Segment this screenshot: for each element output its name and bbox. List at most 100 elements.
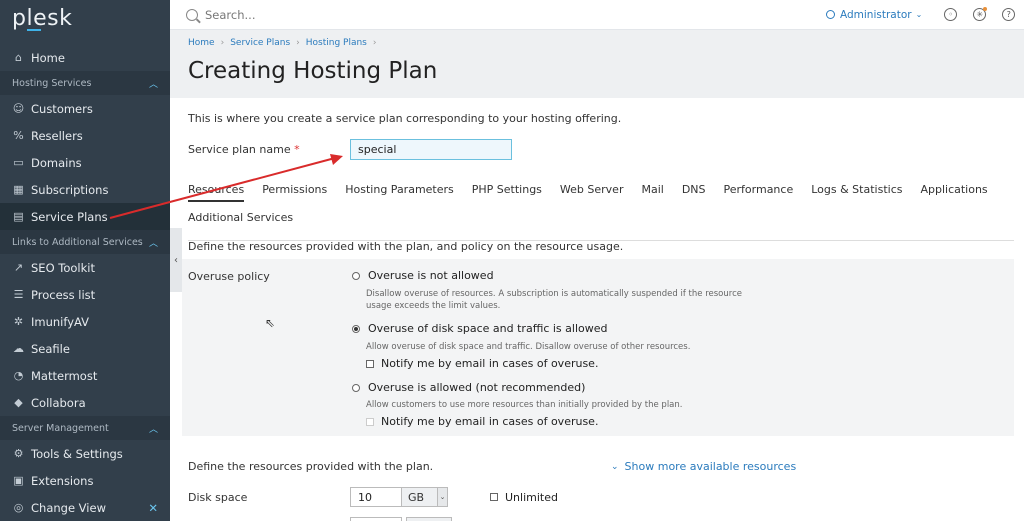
search-icon <box>186 8 198 21</box>
next-resource-unit[interactable] <box>406 517 452 521</box>
checkbox[interactable] <box>490 493 498 501</box>
overuse-option-desc: Disallow overuse of resources. A subscri… <box>366 289 742 311</box>
user-icon: ☺ <box>12 102 25 115</box>
sidebar: plesk ⌂ Home Hosting Services ︿ ☺ Customers… <box>0 0 170 521</box>
monitor-icon: ▭ <box>13 156 24 169</box>
sidebar-item-mattermost[interactable]: ◔ Mattermost <box>0 362 170 389</box>
sidebar-item-imunifyav[interactable]: ✲ ImunifyAV <box>0 308 170 335</box>
breadcrumb: Home › Service Plans › Hosting Plans › <box>188 38 377 48</box>
overuse-option-disk-traffic[interactable]: Overuse of disk space and traffic is all… <box>352 322 608 335</box>
disk-space-row: Disk space 10 GB ⌄ Unlimited <box>188 487 558 507</box>
nav-group-hosting-services[interactable]: Hosting Services ︿ <box>0 71 170 95</box>
chevron-down-icon: ⌄ <box>915 10 923 19</box>
notify-overuse-checkbox-2[interactable]: Notify me by email in cases of overuse. <box>366 415 598 428</box>
disk-space-unlimited-checkbox[interactable]: Unlimited <box>490 491 558 504</box>
resources-intro: Define the resources provided with the p… <box>188 460 434 473</box>
tab-additional-services[interactable]: Additional Services <box>188 211 293 228</box>
intro-text: This is where you create a service plan … <box>188 112 622 125</box>
sidebar-item-process-list[interactable]: ☰ Process list <box>0 281 170 308</box>
sidebar-item-domains[interactable]: ▭ Domains <box>0 149 170 176</box>
gear-icon: ✲ <box>13 315 24 328</box>
mattermost-icon: ◔ <box>13 369 24 382</box>
search-box[interactable]: Search... <box>170 8 790 22</box>
percent-icon: % <box>13 129 24 142</box>
breadcrumb-home[interactable]: Home <box>188 38 215 48</box>
disk-space-unit-select[interactable]: GB <box>402 487 438 507</box>
checkbox[interactable] <box>366 359 374 368</box>
tab-php-settings[interactable]: PHP Settings <box>472 183 542 202</box>
disk-space-input[interactable]: 10 <box>350 487 402 507</box>
chevron-up-icon: ︿ <box>148 424 158 435</box>
chevron-up-icon: ︿ <box>148 238 158 249</box>
sidebar-item-service-plans[interactable]: ▤ Service Plans <box>0 203 170 230</box>
extensions-catalog-icon[interactable]: ✳ <box>973 7 988 21</box>
tab-mail[interactable]: Mail <box>641 183 663 202</box>
sidebar-collapse-button[interactable]: ‹ <box>170 228 182 292</box>
checkbox-disabled <box>366 417 374 426</box>
book-icon: ▤ <box>13 210 24 223</box>
page-header: Home › Service Plans › Hosting Plans › Crea… <box>170 30 1024 98</box>
radio-button[interactable] <box>352 383 360 392</box>
compass-icon: ◎ <box>13 501 24 514</box>
grid-icon: ▦ <box>13 183 24 196</box>
tab-applications[interactable]: Applications <box>920 183 987 202</box>
collabora-icon: ◆ <box>14 396 23 409</box>
radio-button[interactable] <box>352 271 360 280</box>
overuse-option-desc: Allow customers to use more resources th… <box>366 400 683 410</box>
next-resource-input[interactable] <box>350 517 402 521</box>
topbar: Search... Administrator ⌄ ◦ ✳ ? <box>170 0 1024 30</box>
plan-name-row: Service plan name * <box>188 139 512 160</box>
sidebar-item-extensions[interactable]: ▣ Extensions <box>0 467 170 494</box>
tab-performance[interactable]: Performance <box>724 183 794 202</box>
chart-icon: ↗ <box>13 261 24 274</box>
search-input[interactable]: Search... <box>205 8 255 22</box>
plan-tabs: Resources Permissions Hosting Parameters… <box>188 183 1014 241</box>
main-content: This is where you create a service plan … <box>182 112 1018 521</box>
chevron-up-icon: ︿ <box>148 79 158 90</box>
tab-logs-statistics[interactable]: Logs & Statistics <box>811 183 902 202</box>
tools-icon: ⚙ <box>13 447 24 460</box>
sidebar-item-resellers[interactable]: % Resellers <box>0 122 170 149</box>
seafile-icon: ☁ <box>13 342 24 355</box>
nav-group-links-additional-services[interactable]: Links to Additional Services ︿ <box>0 230 170 254</box>
mouse-cursor-icon: ⇖ <box>265 316 276 330</box>
tab-permissions[interactable]: Permissions <box>262 183 327 202</box>
overuse-option-desc: Allow overuse of disk space and traffic.… <box>366 342 691 352</box>
overuse-policy-label: Overuse policy <box>188 270 270 283</box>
resources-policy-intro: Define the resources provided with the p… <box>188 240 624 253</box>
user-menu[interactable]: Administrator ⌄ <box>826 9 922 21</box>
close-icon[interactable]: ✕ <box>148 501 158 515</box>
breadcrumb-service-plans[interactable]: Service Plans <box>230 38 290 48</box>
sidebar-item-change-view[interactable]: ◎ Change View ✕ <box>0 494 170 521</box>
list-icon: ☰ <box>13 288 24 301</box>
sidebar-item-home[interactable]: ⌂ Home <box>0 44 170 71</box>
tab-dns[interactable]: DNS <box>682 183 706 202</box>
notify-overuse-checkbox-1[interactable]: Notify me by email in cases of overuse. <box>366 357 598 370</box>
show-more-resources-link[interactable]: ⌄ Show more available resources <box>611 460 796 473</box>
extensions-icon: ▣ <box>13 474 24 487</box>
chevron-down-icon[interactable]: ⌄ <box>438 487 448 507</box>
sidebar-item-customers[interactable]: ☺ Customers <box>0 95 170 122</box>
overuse-option-allowed[interactable]: Overuse is allowed (not recommended) <box>352 381 585 394</box>
disk-space-label: Disk space <box>188 490 248 504</box>
plan-name-input[interactable] <box>350 139 512 160</box>
plan-name-label: Service plan name * <box>188 143 300 156</box>
nav-group-server-management[interactable]: Server Management ︿ <box>0 416 170 440</box>
sidebar-item-subscriptions[interactable]: ▦ Subscriptions <box>0 176 170 203</box>
user-icon <box>826 10 835 19</box>
breadcrumb-hosting-plans[interactable]: Hosting Plans <box>306 38 367 48</box>
sidebar-item-seo-toolkit[interactable]: ↗ SEO Toolkit <box>0 254 170 281</box>
chevron-down-icon: ⌄ <box>611 461 619 472</box>
radio-button-selected[interactable] <box>352 324 360 333</box>
sidebar-item-seafile[interactable]: ☁ Seafile <box>0 335 170 362</box>
sidebar-item-collabora[interactable]: ◆ Collabora <box>0 389 170 416</box>
tab-web-server[interactable]: Web Server <box>560 183 624 202</box>
notifications-icon[interactable]: ◦ <box>944 8 958 21</box>
sidebar-item-tools-settings[interactable]: ⚙ Tools & Settings <box>0 440 170 467</box>
overuse-option-not-allowed[interactable]: Overuse is not allowed <box>352 269 494 282</box>
help-icon[interactable]: ? <box>1002 8 1016 21</box>
tab-hosting-parameters[interactable]: Hosting Parameters <box>345 183 454 202</box>
tab-resources[interactable]: Resources <box>188 183 245 202</box>
plesk-logo[interactable]: plesk <box>0 0 170 44</box>
page-title: Creating Hosting Plan <box>188 58 438 84</box>
